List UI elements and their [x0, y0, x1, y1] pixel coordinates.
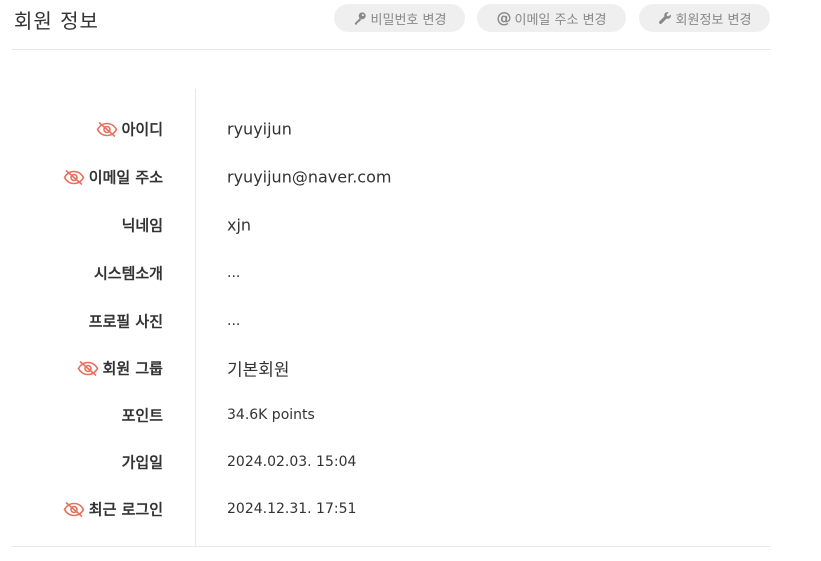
- field-value-points: 34.6K points: [227, 407, 315, 423]
- field-label-member-group: 회원 그룹: [77, 358, 163, 379]
- eye-slash-icon: [77, 360, 99, 376]
- field-value-join-date: 2024.02.03. 15:04: [227, 454, 357, 470]
- eye-slash-icon: [63, 169, 85, 185]
- field-row-nickname: 닉네임 xjn: [12, 201, 771, 249]
- page-title: 회원 정보: [14, 9, 99, 33]
- field-value-member-group: 기본회원: [227, 360, 290, 381]
- eye-slash-icon: [96, 121, 118, 137]
- field-value-id: ryuyijun: [227, 119, 292, 139]
- field-value-email: ryuyijun@naver.com: [227, 167, 392, 187]
- field-label-bio: 시스템소개: [93, 264, 163, 283]
- field-row-email: 이메일 주소 ryuyijun@naver.com: [12, 153, 771, 201]
- page-header: 회원 정보 비밀번호 변경 @ 이메일 주소 변경 회원정보 변경: [12, 0, 771, 50]
- at-icon: @: [496, 9, 512, 27]
- field-row-profile-photo: 프로필 사진 ...: [12, 297, 771, 345]
- field-label-email: 이메일 주소: [63, 167, 163, 188]
- edit-profile-button[interactable]: 회원정보 변경: [639, 4, 770, 32]
- field-value-nickname: xjn: [227, 215, 252, 235]
- field-label-profile-photo: 프로필 사진: [88, 312, 163, 331]
- field-value-profile-photo: ...: [227, 313, 241, 329]
- field-label-join-date: 가입일: [121, 453, 163, 472]
- field-label-points: 포인트: [121, 406, 163, 425]
- change-email-button[interactable]: @ 이메일 주소 변경: [477, 4, 626, 32]
- field-value-last-login: 2024.12.31. 17:51: [227, 501, 357, 517]
- field-row-last-login: 최근 로그인 2024.12.31. 17:51: [12, 485, 771, 533]
- edit-profile-label: 회원정보 변경: [675, 12, 752, 28]
- field-row-bio: 시스템소개 ...: [12, 249, 771, 297]
- field-value-bio: ...: [227, 265, 241, 281]
- member-info-table: 아이디 ryuyijun 이메일 주소 ryuyijun@naver.com 닉…: [12, 89, 771, 547]
- field-row-join-date: 가입일 2024.02.03. 15:04: [12, 438, 771, 486]
- eye-slash-icon: [63, 501, 85, 517]
- wrench-icon: [658, 11, 672, 25]
- change-password-button[interactable]: 비밀번호 변경: [334, 4, 465, 32]
- field-label-nickname: 닉네임: [121, 216, 163, 235]
- field-row-id: 아이디 ryuyijun: [12, 105, 771, 153]
- change-password-label: 비밀번호 변경: [370, 12, 447, 28]
- field-row-points: 포인트 34.6K points: [12, 391, 771, 439]
- field-row-member-group: 회원 그룹 기본회원: [12, 344, 771, 392]
- field-label-last-login: 최근 로그인: [63, 499, 163, 520]
- change-email-label: 이메일 주소 변경: [514, 12, 607, 28]
- key-icon: [353, 11, 367, 25]
- field-label-id: 아이디: [96, 119, 163, 140]
